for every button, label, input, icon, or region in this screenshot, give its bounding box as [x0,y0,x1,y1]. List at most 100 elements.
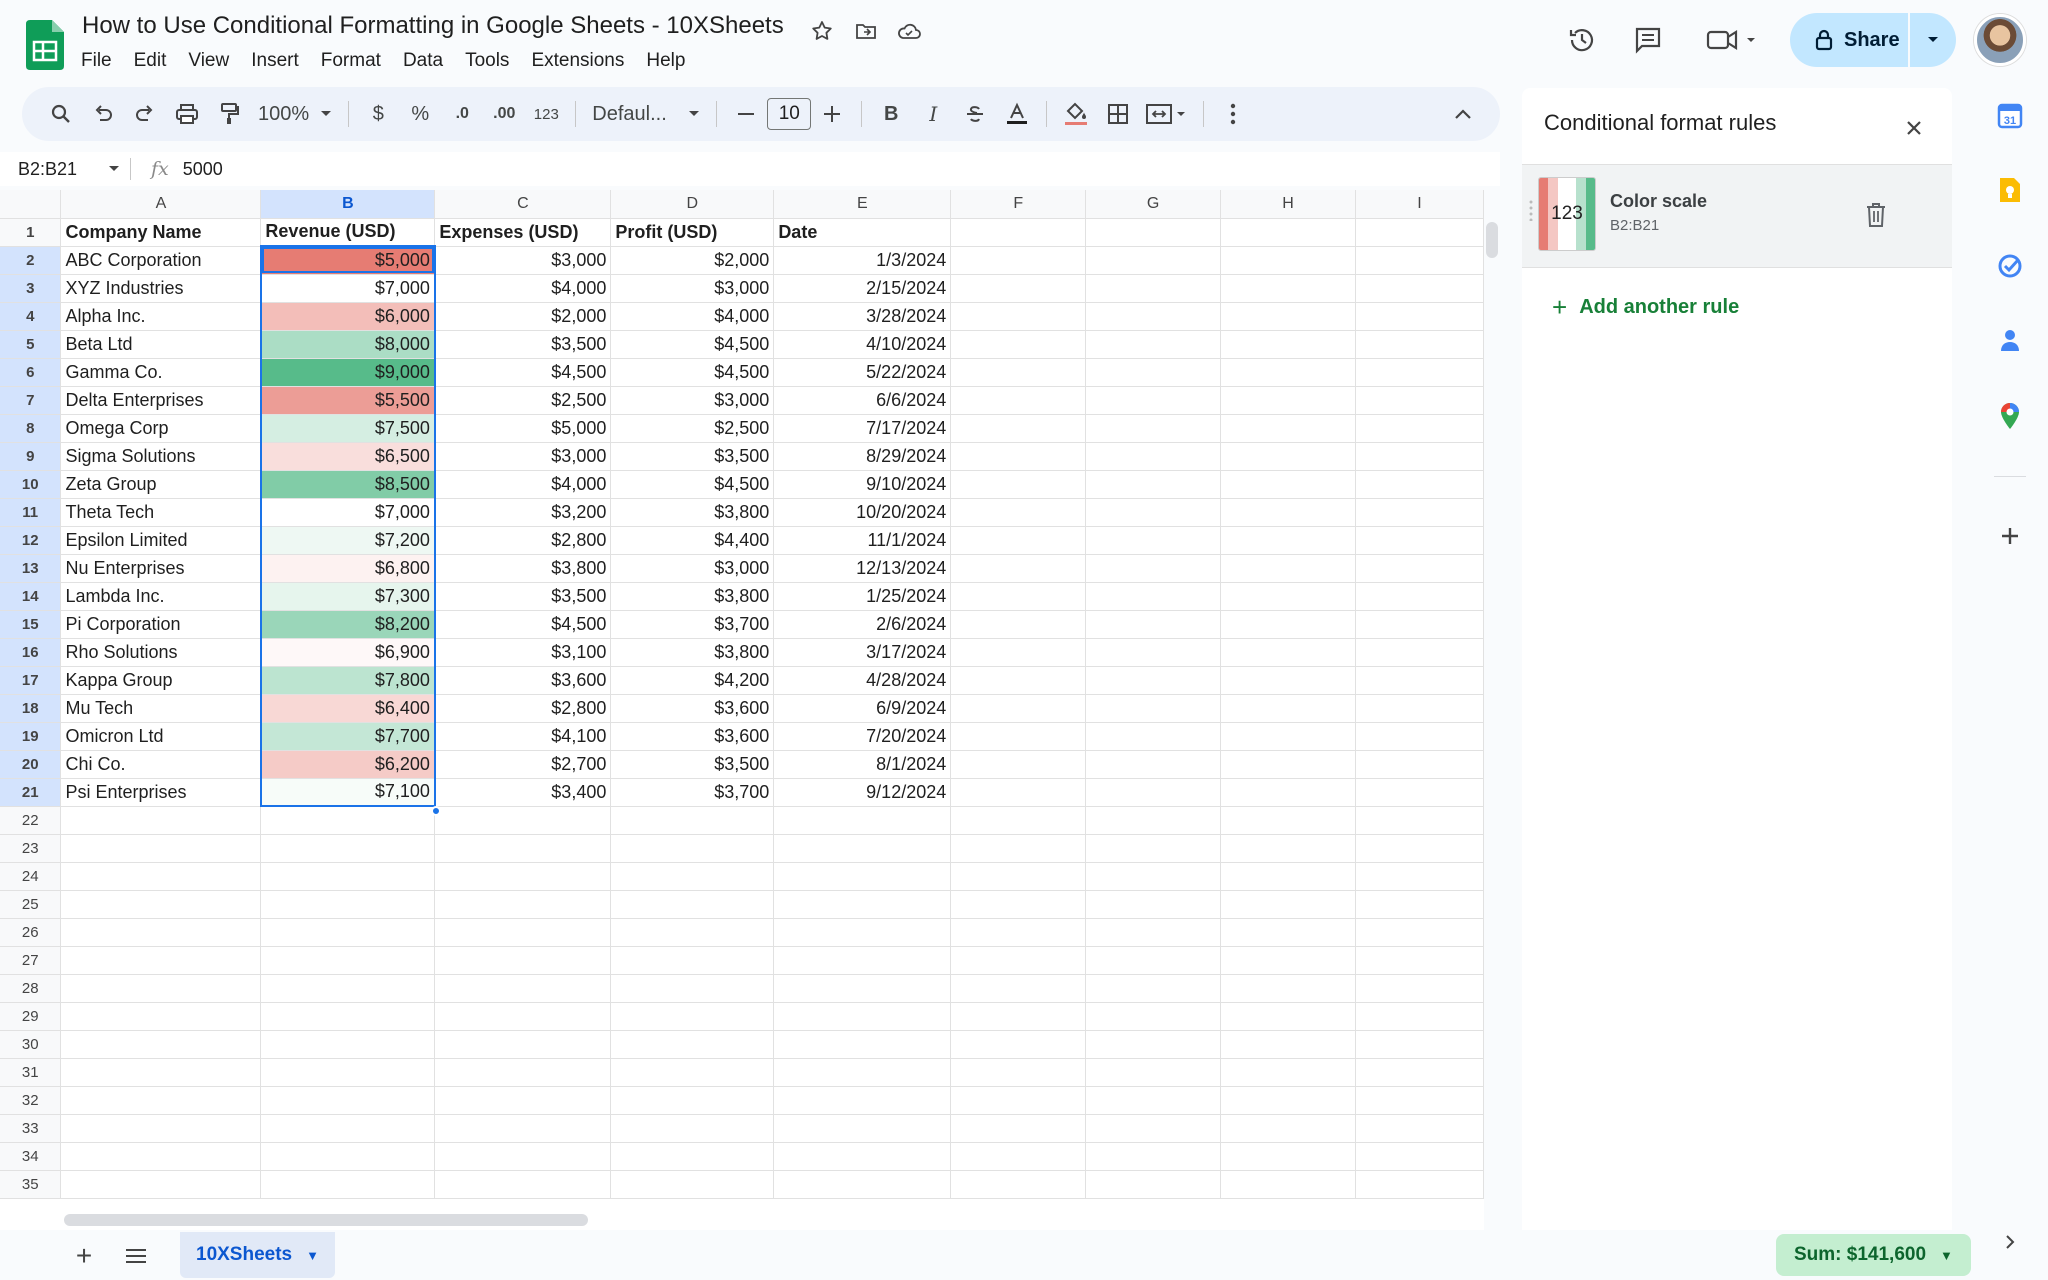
cell[interactable] [260,918,436,947]
cell[interactable] [610,890,775,919]
row-header[interactable]: 26 [0,918,62,947]
cell[interactable] [1220,890,1357,919]
cell[interactable] [1220,806,1357,835]
cell[interactable] [610,946,775,975]
cell[interactable] [1220,526,1357,555]
cell[interactable] [773,890,952,919]
cell[interactable] [1355,890,1484,919]
cell[interactable] [1220,666,1357,695]
cell[interactable] [434,1086,612,1115]
cell[interactable]: $7,500 [259,414,436,443]
row-header[interactable]: 13 [0,554,62,583]
cell[interactable] [610,862,775,891]
merge-cells-icon[interactable] [1141,94,1193,134]
cell[interactable]: Epsilon Limited [60,526,262,555]
cell[interactable] [1085,1002,1222,1031]
cell[interactable] [950,1030,1087,1059]
spreadsheet-grid[interactable]: ABCDEFGHI 1 Company Name Revenue (USD) Expe… [0,190,1484,1230]
cell[interactable] [1085,498,1222,527]
column-header-g[interactable]: G [1085,190,1222,219]
cell[interactable] [950,386,1087,415]
column-header-f[interactable]: F [950,190,1087,219]
cell[interactable] [1220,1142,1357,1171]
cell[interactable] [260,1030,436,1059]
cell[interactable] [950,862,1087,891]
cell[interactable] [610,1058,775,1087]
cell[interactable] [610,918,775,947]
column-header-a[interactable]: A [60,190,262,219]
row-header[interactable]: 15 [0,610,62,639]
row-header[interactable]: 8 [0,414,62,443]
cell[interactable] [1220,638,1357,667]
cell[interactable] [1220,582,1357,611]
delete-rule-icon[interactable] [1856,195,1896,235]
cell[interactable] [434,834,612,863]
horizontal-scrollbar[interactable] [64,1214,588,1226]
cell[interactable] [1085,750,1222,779]
cell[interactable] [1085,1170,1222,1199]
cell[interactable] [1220,918,1357,947]
cell[interactable] [1220,694,1357,723]
format-percent-button[interactable]: % [401,94,439,134]
star-icon[interactable] [807,16,837,46]
cell[interactable]: Psi Enterprises [60,778,262,807]
cell[interactable]: Lambda Inc. [60,582,262,611]
cell[interactable]: $3,800 [610,638,775,667]
paint-format-icon[interactable] [210,94,248,134]
cell[interactable] [950,554,1087,583]
collapse-toolbar-icon[interactable] [1444,94,1482,134]
cell[interactable]: $3,600 [610,722,775,751]
cell[interactable]: $7,700 [259,722,436,751]
cell[interactable] [950,834,1087,863]
share-main[interactable]: Share [1790,13,1910,67]
cell[interactable] [434,1030,612,1059]
cell[interactable] [1085,666,1222,695]
menu-help[interactable]: Help [635,48,696,74]
hide-side-panel-icon[interactable] [1992,1224,2028,1260]
cell[interactable] [60,834,262,863]
cell[interactable] [260,1058,436,1087]
cell[interactable] [1220,218,1357,247]
row-header[interactable]: 20 [0,750,62,779]
sheets-logo-icon[interactable] [26,20,64,70]
cell[interactable]: Alpha Inc. [60,302,262,331]
cell[interactable] [1085,1058,1222,1087]
cell[interactable]: $4,500 [610,330,775,359]
column-header-i[interactable]: I [1355,190,1484,219]
cell[interactable]: Rho Solutions [60,638,262,667]
cell[interactable] [950,1002,1087,1031]
cell[interactable] [950,610,1087,639]
row-header[interactable]: 4 [0,302,62,331]
calendar-icon[interactable]: 31 [1992,98,2028,134]
cell[interactable] [1220,554,1357,583]
get-addons-icon[interactable] [1992,518,2028,554]
cell[interactable]: $3,000 [610,554,775,583]
cell[interactable] [1085,806,1222,835]
cell[interactable] [610,1030,775,1059]
cell[interactable] [1085,862,1222,891]
cell[interactable]: Profit (USD) [610,218,775,247]
cell[interactable] [260,862,436,891]
cell[interactable] [1220,414,1357,443]
cell[interactable] [1085,974,1222,1003]
row-header[interactable]: 10 [0,470,62,499]
cell[interactable] [1355,834,1484,863]
cell[interactable] [1220,246,1357,275]
text-color-icon[interactable] [998,94,1036,134]
cell[interactable] [1355,330,1484,359]
cell[interactable] [610,834,775,863]
rule-card[interactable]: 123 Color scale B2:B21 [1522,164,1952,268]
cell[interactable]: $7,200 [259,526,436,555]
column-header-e[interactable]: E [773,190,952,219]
cell[interactable] [950,890,1087,919]
menu-tools[interactable]: Tools [454,48,520,74]
cell[interactable]: $3,500 [610,750,775,779]
font-select[interactable]: Defaul... [586,94,706,134]
row-header[interactable]: 7 [0,386,62,415]
cell[interactable]: $8,500 [259,470,436,499]
cell[interactable] [434,806,612,835]
fill-handle[interactable] [431,806,441,816]
cell[interactable] [950,414,1087,443]
cell[interactable] [60,862,262,891]
cell[interactable] [1220,498,1357,527]
